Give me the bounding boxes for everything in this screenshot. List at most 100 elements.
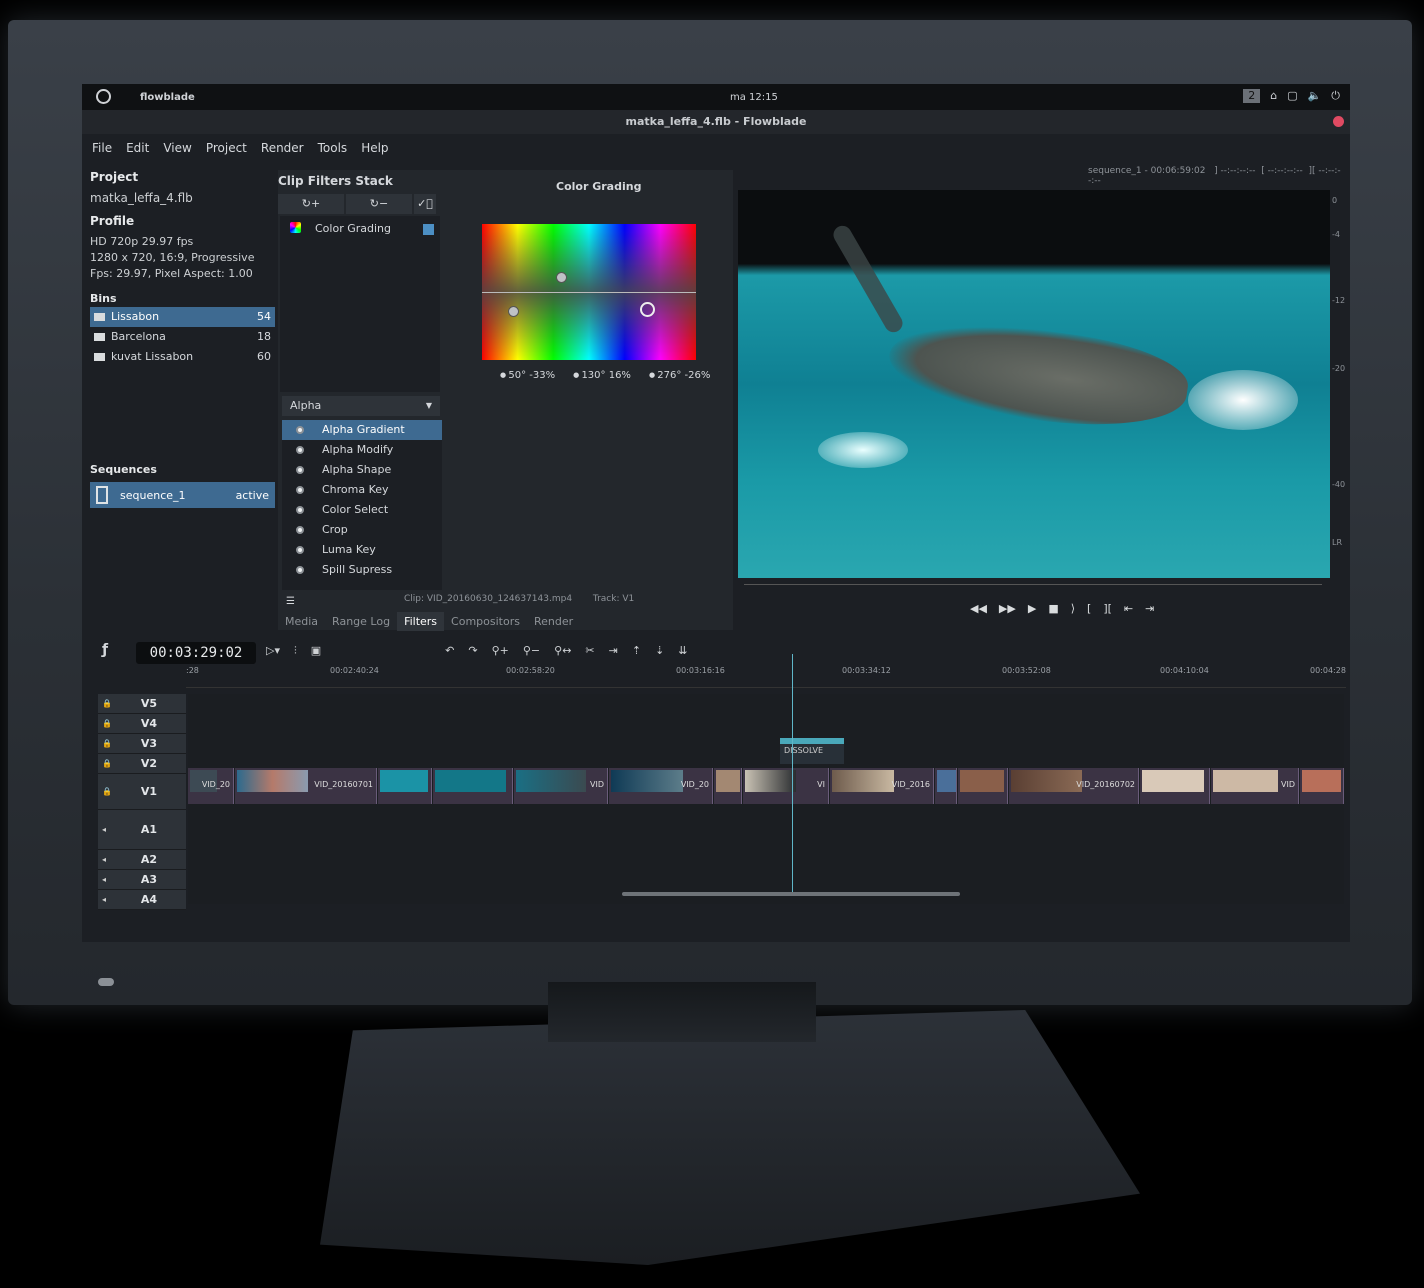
rewind-icon[interactable]: ◀◀	[970, 602, 987, 615]
goto-mark-out-icon[interactable]: ⇥	[1145, 602, 1154, 615]
bin-item-barcelona[interactable]: Barcelona 18	[90, 327, 275, 347]
track-header-a3[interactable]: ◂A3	[98, 870, 186, 890]
track-header-v4[interactable]: 🔒V4	[98, 714, 186, 734]
timeline-scrollbar[interactable]	[622, 892, 960, 896]
speaker-icon[interactable]: ◂	[98, 875, 112, 884]
tab-media[interactable]: Media	[278, 612, 325, 631]
play-icon[interactable]: ▶	[1028, 602, 1036, 615]
track-header-a1[interactable]: ◂A1	[98, 810, 186, 850]
timeline-playhead[interactable]	[792, 654, 793, 894]
window-icon[interactable]: ▢	[1287, 89, 1297, 103]
timeline-clip[interactable]: VID_20	[188, 768, 234, 804]
system-clock[interactable]: ma 12:15	[730, 92, 778, 103]
mark-out-icon[interactable]: ][	[1103, 602, 1112, 615]
lock-icon[interactable]: 🔒	[98, 739, 112, 748]
overwrite-icon[interactable]: ⇊	[678, 644, 687, 658]
timeline-clip[interactable]	[1300, 768, 1344, 804]
timeline-clip[interactable]	[378, 768, 432, 804]
timeline-clip[interactable]: VID_2016	[830, 768, 934, 804]
speaker-icon[interactable]: ◂	[98, 825, 112, 834]
shadows-handle[interactable]	[508, 306, 519, 317]
redo-icon[interactable]: ↷	[468, 644, 477, 658]
zoom-in-icon[interactable]: ⚲+	[492, 644, 509, 658]
filter-list-item[interactable]: Spill Supress	[282, 560, 442, 580]
filter-stack-item[interactable]: Color Grading	[290, 222, 430, 235]
splice-out-icon[interactable]: ⇥	[609, 644, 618, 658]
timeline-clip[interactable]: VID_20160702	[1009, 768, 1139, 804]
zoom-out-icon[interactable]: ⚲−	[523, 644, 540, 658]
pointer-tool-icon[interactable]: ▷▾	[266, 644, 280, 658]
zoom-fit-icon[interactable]: ⚲↔	[554, 644, 571, 658]
toggle-filters-button[interactable]: ✓⃝	[414, 194, 436, 214]
audio-mixer-icon[interactable]: ⫶	[294, 644, 297, 658]
filter-list-item[interactable]: Alpha Modify	[282, 440, 442, 460]
tab-filters[interactable]: Filters	[397, 612, 444, 631]
filter-list-item[interactable]: Crop	[282, 520, 442, 540]
workspace-indicator[interactable]: 2	[1243, 89, 1260, 103]
menu-tools[interactable]: Tools	[318, 134, 348, 162]
timeline-clip[interactable]: VID_20	[609, 768, 713, 804]
cut-icon[interactable]: ✂	[585, 644, 594, 658]
active-app-name[interactable]: flowblade	[140, 92, 195, 103]
menu-help[interactable]: Help	[361, 134, 388, 162]
video-preview[interactable]	[738, 190, 1330, 578]
filter-list-item[interactable]: Alpha Gradient	[282, 420, 442, 440]
speaker-icon[interactable]: ◂	[98, 895, 112, 904]
close-window-button[interactable]	[1333, 116, 1344, 127]
volume-icon[interactable]: 🔈	[1308, 89, 1322, 103]
remove-filter-button[interactable]: ↻−	[346, 194, 412, 214]
play-reverse-icon[interactable]: ▶▶	[999, 602, 1016, 615]
color-grading-editor[interactable]	[482, 224, 696, 360]
add-filter-button[interactable]: ↻+	[278, 194, 344, 214]
track-header-a4[interactable]: ◂A4	[98, 890, 186, 910]
timeline-clip[interactable]: VID_20160701	[235, 768, 377, 804]
goto-mark-in-icon[interactable]: ⇤	[1124, 602, 1133, 615]
midtones-handle[interactable]	[640, 302, 655, 317]
timecode-display[interactable]: 00:03:29:02	[136, 642, 256, 664]
distro-logo-icon[interactable]	[96, 89, 111, 104]
track-header-v3[interactable]: 🔒V3	[98, 734, 186, 754]
speaker-icon[interactable]: ◂	[98, 855, 112, 864]
menu-view[interactable]: View	[163, 134, 191, 162]
filter-enabled-checkbox[interactable]	[423, 224, 434, 235]
menu-file[interactable]: File	[92, 134, 112, 162]
timeline-clip[interactable]	[958, 768, 1008, 804]
timeline-clip[interactable]	[935, 768, 957, 804]
track-header-v2[interactable]: 🔒V2	[98, 754, 186, 774]
track-header-a2[interactable]: ◂A2	[98, 850, 186, 870]
stop-icon[interactable]: ■	[1048, 602, 1058, 615]
timeline-clip[interactable]: VI	[743, 768, 829, 804]
pin-icon[interactable]: ⌂	[1270, 89, 1277, 103]
timeline-clip[interactable]: VID	[514, 768, 608, 804]
timeline-clip[interactable]	[433, 768, 513, 804]
position-scrubber[interactable]	[744, 584, 1322, 592]
insert-icon[interactable]: ⇣	[655, 644, 664, 658]
timeline-clip[interactable]	[1140, 768, 1210, 804]
track-header-v1[interactable]: 🔒V1	[98, 774, 186, 810]
menu-render[interactable]: Render	[261, 134, 304, 162]
filter-list-item[interactable]: Color Select	[282, 500, 442, 520]
lock-icon[interactable]: 🔒	[98, 759, 112, 768]
next-frame-icon[interactable]: ⟩	[1071, 602, 1075, 615]
filter-list-item[interactable]: Luma Key	[282, 540, 442, 560]
lock-icon[interactable]: 🔒	[98, 699, 112, 708]
timeline-clip[interactable]	[714, 768, 742, 804]
track-header-v5[interactable]: 🔒V5	[98, 694, 186, 714]
menu-project[interactable]: Project	[206, 134, 247, 162]
bin-item-kuvat-lissabon[interactable]: kuvat Lissabon 60	[90, 347, 275, 367]
timeline-clip[interactable]: VID	[1211, 768, 1299, 804]
tab-compositors[interactable]: Compositors	[444, 612, 527, 631]
render-icon[interactable]: ▣	[311, 644, 321, 658]
mark-in-icon[interactable]: [	[1087, 602, 1091, 615]
lock-icon[interactable]: 🔒	[98, 719, 112, 728]
lock-icon[interactable]: 🔒	[98, 787, 112, 796]
filter-list-item[interactable]: Chroma Key	[282, 480, 442, 500]
timeline-tracks[interactable]: DISSOLVE VID_20 VID_20160701 VID VID_20 …	[188, 694, 1344, 904]
sequence-item[interactable]: sequence_1 active	[90, 482, 275, 508]
undo-icon[interactable]: ↶	[445, 644, 454, 658]
tab-render[interactable]: Render	[527, 612, 580, 631]
lift-icon[interactable]: ⇡	[632, 644, 641, 658]
power-icon[interactable]: ⏻	[1331, 89, 1340, 103]
tab-range-log[interactable]: Range Log	[325, 612, 397, 631]
timeline-ruler[interactable]: :28 00:02:40:24 00:02:58:20 00:03:16:16 …	[186, 666, 1346, 688]
